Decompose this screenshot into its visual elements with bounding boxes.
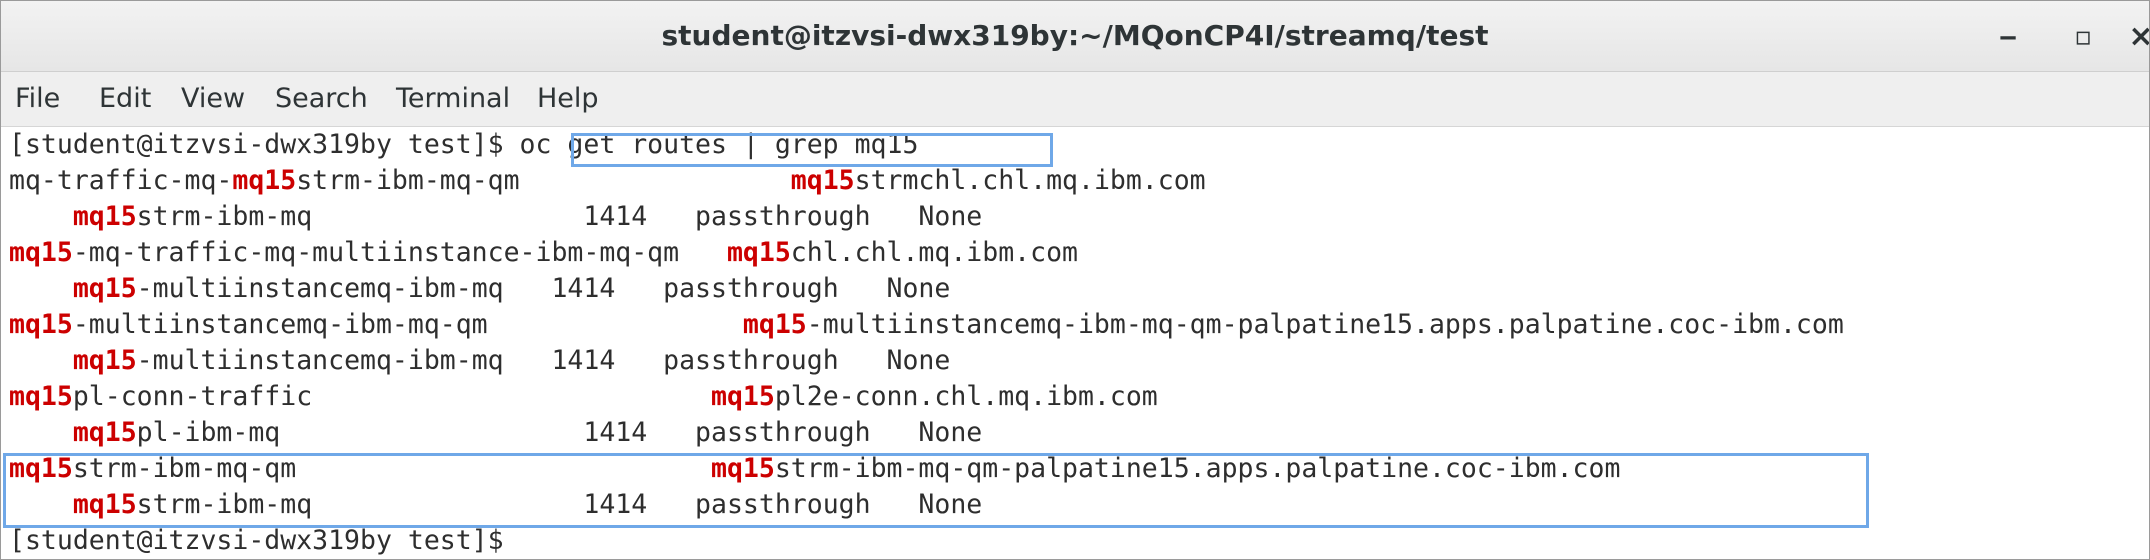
match-highlight: mq15 xyxy=(790,165,855,196)
maximize-button[interactable]: ▫ xyxy=(2061,15,2105,59)
output-text: mq-traffic-mq- xyxy=(9,165,233,196)
terminal-window: student@itzvsi-dwx319by:~/MQonCP4I/strea… xyxy=(0,0,2150,560)
output-line: mq15-mq-traffic-mq-multiinstance-ibm-mq-… xyxy=(9,235,1078,271)
match-highlight: mq15 xyxy=(72,417,137,448)
match-highlight: mq15 xyxy=(232,165,297,196)
match-highlight: mq15 xyxy=(9,237,73,268)
output-line: mq15-multiinstancemq-ibm-mq 1414 passthr… xyxy=(9,271,951,307)
close-button[interactable]: × xyxy=(2119,15,2149,59)
output-text: -multiinstancemq-ibm-mq-qm xyxy=(72,309,743,340)
match-highlight: mq15 xyxy=(711,381,775,412)
output-text: strm-ibm-mq 1414 passthrough None xyxy=(136,201,983,232)
output-line: mq-traffic-mq-mq15strm-ibm-mq-qm mq15str… xyxy=(9,163,1206,199)
match-highlight: mq15 xyxy=(72,201,137,232)
output-text: strmchl.chl.mq.ibm.com xyxy=(854,165,1206,196)
terminal-output[interactable]: [student@itzvsi-dwx319by test]$ oc get r… xyxy=(1,127,2149,559)
menu-view[interactable]: View xyxy=(181,72,245,126)
output-line: mq15-multiinstancemq-ibm-mq-qm mq15-mult… xyxy=(9,307,1844,343)
match-highlight: mq15 xyxy=(9,381,73,412)
output-line: mq15-multiinstancemq-ibm-mq 1414 passthr… xyxy=(9,343,951,379)
menu-help[interactable]: Help xyxy=(537,72,599,126)
output-line: mq15pl-ibm-mq 1414 passthrough None xyxy=(9,415,982,451)
minimize-button[interactable]: ‒ xyxy=(1986,15,2030,59)
output-text: -mq-traffic-mq-multiinstance-ibm-mq-qm xyxy=(72,237,727,268)
menu-search[interactable]: Search xyxy=(275,72,368,126)
match-highlight: mq15 xyxy=(72,273,137,304)
output-text: -multiinstancemq-ibm-mq-qm-palpatine15.a… xyxy=(806,309,1844,340)
match-highlight: mq15 xyxy=(72,345,137,376)
title-bar[interactable]: student@itzvsi-dwx319by:~/MQonCP4I/strea… xyxy=(1,1,2149,72)
result-highlight-box xyxy=(3,453,1869,528)
output-text: chl.chl.mq.ibm.com xyxy=(790,237,1078,268)
output-text: -multiinstancemq-ibm-mq 1414 passthrough… xyxy=(136,273,951,304)
menu-terminal[interactable]: Terminal xyxy=(396,72,510,126)
output-text: pl2e-conn.chl.mq.ibm.com xyxy=(774,381,1158,412)
menu-edit[interactable]: Edit xyxy=(99,72,151,126)
output-text: pl-conn-traffic xyxy=(72,381,712,412)
menu-bar: File Edit View Search Terminal Help xyxy=(1,72,2149,127)
match-highlight: mq15 xyxy=(9,309,73,340)
menu-file[interactable]: File xyxy=(15,72,60,126)
match-highlight: mq15 xyxy=(742,309,807,340)
output-text: pl-ibm-mq 1414 passthrough None xyxy=(136,417,983,448)
window-title: student@itzvsi-dwx319by:~/MQonCP4I/strea… xyxy=(661,19,1489,52)
final-prompt: [student@itzvsi-dwx319by test]$ xyxy=(9,525,504,556)
output-line: mq15strm-ibm-mq 1414 passthrough None xyxy=(9,199,982,235)
prompt: [student@itzvsi-dwx319by test]$ xyxy=(9,129,504,160)
output-text: strm-ibm-mq-qm xyxy=(296,165,791,196)
output-line: mq15pl-conn-traffic mq15pl2e-conn.chl.mq… xyxy=(9,379,1158,415)
match-highlight: mq15 xyxy=(726,237,791,268)
command-highlight-box xyxy=(571,133,1053,167)
output-text: -multiinstancemq-ibm-mq 1414 passthrough… xyxy=(136,345,951,376)
